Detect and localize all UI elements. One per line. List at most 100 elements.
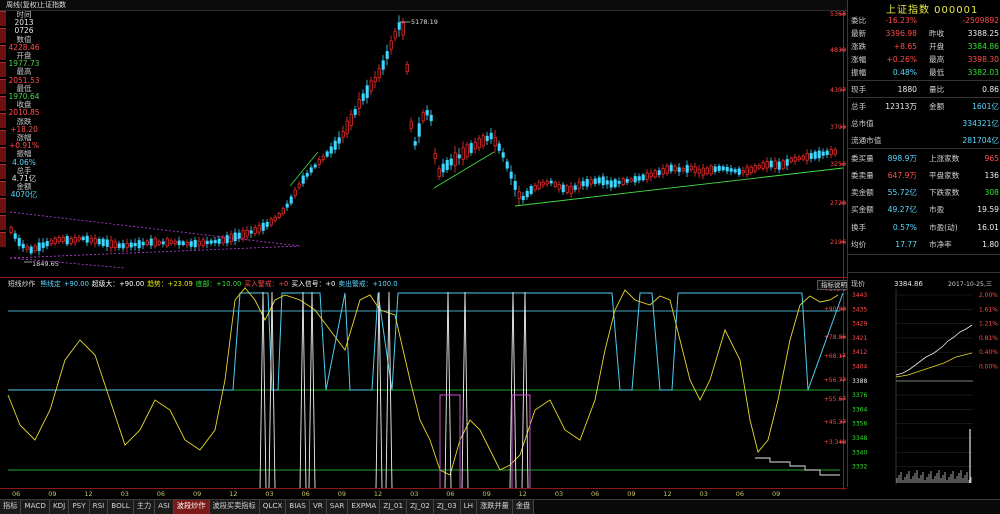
candle-body <box>713 166 717 172</box>
x-tick-label: 06 <box>301 490 310 498</box>
chart-area[interactable]: 5363 4839 4307 3793 3252 2728 2196 5178.19 1849.… <box>0 0 847 490</box>
tab-3[interactable]: PSY <box>69 500 90 514</box>
quote-value: 334321亿 <box>962 119 999 128</box>
quote-label: 涨跌 <box>851 42 867 51</box>
candle-body <box>105 239 109 247</box>
quote-value: 3396.98 <box>885 29 917 38</box>
candle-body <box>661 168 665 175</box>
indicator-help-button[interactable]: 指标说明 <box>817 280 851 290</box>
indicator-y-tick: +45.37 <box>824 419 846 426</box>
candle-body <box>93 238 97 244</box>
candle-body <box>641 174 645 181</box>
candle-body <box>29 246 33 254</box>
candle-body <box>505 161 509 169</box>
candle-body <box>725 167 729 172</box>
tab-16[interactable]: ZJ_02 <box>407 500 434 514</box>
candle-body <box>53 238 57 244</box>
x-tick-label: 12 <box>84 490 93 498</box>
mini-header-price: 3384.86 <box>894 280 923 288</box>
candle-body <box>209 240 213 244</box>
y-tick-label: 4839 <box>830 47 846 54</box>
quote-label: 委比 <box>851 16 867 25</box>
candle-body <box>501 152 505 158</box>
candle-body <box>529 186 533 194</box>
tab-0[interactable]: 指标 <box>0 500 22 514</box>
intraday-mini-chart[interactable]: 现价 3384.86 2017-10-25,三 3443 3435 3429 3421 341… <box>848 277 1000 487</box>
tab-8[interactable]: 波段炒作 <box>173 500 210 514</box>
quote-label: 市盈(动) <box>929 223 958 232</box>
candle-body <box>265 221 269 227</box>
candle-body <box>137 240 141 249</box>
indicator-param: 熊线定 <box>40 280 61 288</box>
candle-body <box>785 159 789 166</box>
candle-body <box>717 165 721 171</box>
candle-body <box>397 22 401 30</box>
y-tick-label: 2196 <box>830 239 846 246</box>
candle-body <box>545 181 549 185</box>
candle-body <box>173 240 177 244</box>
mini-pct-tick: 1.61% <box>979 306 998 313</box>
candle-body <box>9 226 13 234</box>
trend-line <box>9 257 126 269</box>
quote-label: 买金额 <box>851 205 874 214</box>
candle-body <box>153 238 157 247</box>
x-tick-label: 09 <box>772 490 781 498</box>
candle-body <box>333 140 337 150</box>
candle-body <box>765 161 769 169</box>
indicator-y-tick: +68.17 <box>824 353 846 360</box>
candle-body <box>221 237 225 244</box>
quote-value: 898.9万 <box>887 154 917 163</box>
tab-19[interactable]: 涨跌并量 <box>477 500 513 514</box>
tab-17[interactable]: ZJ_03 <box>433 500 461 514</box>
candle-body <box>581 181 585 187</box>
candle-body <box>253 227 257 234</box>
quote-label: 总市值 <box>851 119 874 128</box>
x-tick-label: 03 <box>554 490 564 498</box>
candle-body <box>61 236 65 242</box>
candle-body <box>169 240 173 244</box>
candle-body <box>449 158 453 166</box>
candle-body <box>557 184 561 190</box>
candle-body <box>33 245 37 252</box>
indicator-header: 短线炒作 熊线定 +90.00 超级大：+90.00 趋势：+23.09 底部：+10.… <box>8 280 838 289</box>
tab-15[interactable]: ZJ_01 <box>380 500 408 514</box>
candle-body <box>509 171 513 179</box>
tab-5[interactable]: BOLL <box>108 500 134 514</box>
tab-10[interactable]: QLCX <box>259 500 287 514</box>
quote-label: 现手 <box>851 85 867 94</box>
candle-body <box>369 80 373 92</box>
tab-6[interactable]: 主力 <box>133 500 156 514</box>
mini-price-tick: 3348 <box>852 435 867 442</box>
indicator-tabs: 指标 MACD KDJ PSY RSI BOLL 主力 ASI 波段炒作 波段买卖指标 QLCX BI… <box>0 499 1000 514</box>
tab-4[interactable]: RSI <box>89 500 109 514</box>
tab-2[interactable]: KDJ <box>49 500 70 514</box>
tab-9[interactable]: 波段买卖指标 <box>209 500 260 514</box>
candle-body <box>177 240 181 246</box>
mini-price-tick: 3435 <box>852 306 867 313</box>
candle-body <box>409 121 413 129</box>
tab-20[interactable]: 金盘 <box>512 500 535 514</box>
tab-11[interactable]: BIAS <box>286 500 310 514</box>
x-tick-label: 09 <box>337 490 346 498</box>
indicator-param: 买入信号：+0 <box>291 280 336 288</box>
quote-label: 最新 <box>851 29 867 38</box>
quote-value: 3384.86 <box>967 42 999 51</box>
tab-18[interactable]: LH <box>460 500 478 514</box>
mini-price-tick: 3404 <box>852 364 867 371</box>
candle-body <box>185 241 189 246</box>
candle-body <box>797 156 801 161</box>
tab-14[interactable]: EXPMA <box>348 500 381 514</box>
candle-body <box>585 179 589 187</box>
candle-body <box>605 180 609 185</box>
candle-body <box>113 241 117 249</box>
tab-7[interactable]: ASI <box>155 500 174 514</box>
candle-body <box>477 138 481 149</box>
candle-body <box>361 93 365 101</box>
candle-body <box>393 30 397 39</box>
tab-13[interactable]: SAR <box>326 500 349 514</box>
candle-body <box>589 179 593 185</box>
tab-1[interactable]: MACD <box>21 500 50 514</box>
tab-12[interactable]: VR <box>309 500 327 514</box>
candle-body <box>189 241 193 247</box>
candle-body <box>285 203 289 208</box>
